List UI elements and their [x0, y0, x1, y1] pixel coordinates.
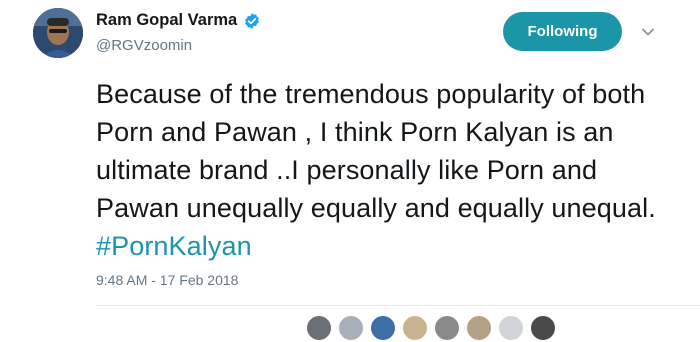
avatar-image — [33, 8, 83, 58]
tweet-body: Because of the tremendous popularity of … — [96, 79, 656, 223]
user-handle[interactable]: @RGVzoomin — [96, 37, 192, 54]
liker-avatar[interactable] — [433, 314, 461, 342]
user-name[interactable]: Ram Gopal Varma — [96, 11, 237, 30]
liker-avatar[interactable] — [369, 314, 397, 342]
avatar[interactable] — [33, 8, 83, 58]
verified-badge-icon — [245, 12, 260, 29]
user-name-row: Ram Gopal Varma — [96, 11, 261, 30]
liker-avatar[interactable] — [497, 314, 525, 342]
liker-avatars — [305, 314, 561, 342]
tweet-text: Because of the tremendous popularity of … — [96, 75, 676, 265]
liker-avatar[interactable] — [305, 314, 333, 342]
hashtag-link[interactable]: #PornKalyan — [96, 231, 252, 261]
divider — [96, 305, 700, 306]
liker-avatar[interactable] — [337, 314, 365, 342]
tweet-timestamp[interactable]: 9:48 AM - 17 Feb 2018 — [96, 272, 238, 288]
liker-avatar[interactable] — [401, 314, 429, 342]
liker-avatar[interactable] — [529, 314, 557, 342]
liker-avatar[interactable] — [465, 314, 493, 342]
chevron-down-icon[interactable] — [640, 24, 656, 40]
following-button[interactable]: Following — [503, 12, 622, 51]
